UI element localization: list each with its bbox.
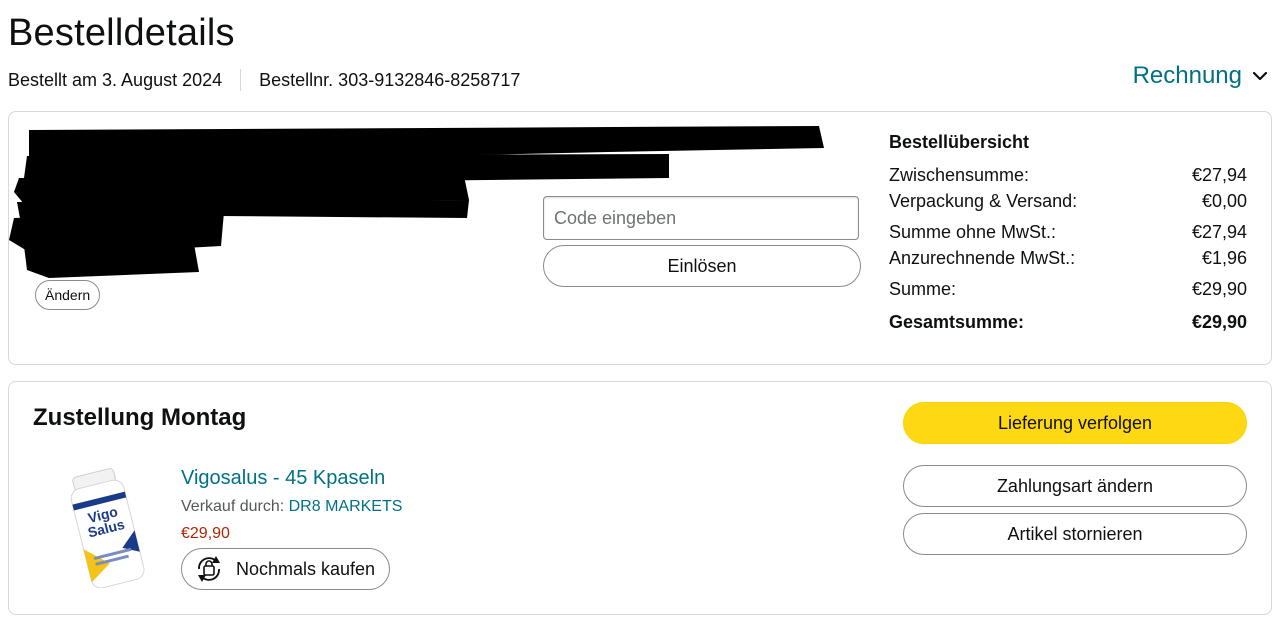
summary-row-sum: Summe: €29,90 [889, 279, 1247, 300]
gift-code-input[interactable] [543, 196, 859, 240]
seller-prefix: Verkauf durch: [181, 498, 289, 515]
invoice-dropdown[interactable]: Rechnung [1133, 62, 1268, 90]
summary-label: Verpackung & Versand: [889, 191, 1078, 211]
meta-divider [240, 69, 242, 91]
summary-row-shipping: Verpackung & Versand: €0,00 [889, 191, 1247, 212]
page-title: Bestelldetails [8, 12, 235, 54]
order-summary: Bestellübersicht Zwischensumme: €27,94 V… [889, 132, 1247, 333]
seller-link[interactable]: DR8 MARKETS [289, 498, 403, 515]
summary-label: Summe ohne MwSt.: [889, 222, 1057, 242]
product-price: €29,90 [181, 525, 230, 542]
redeem-button[interactable]: Einlösen [543, 245, 861, 287]
summary-row-vat: Anzurechnende MwSt.: €1,96 [889, 248, 1247, 269]
summary-row-net: Summe ohne MwSt.: €27,94 [889, 222, 1247, 243]
summary-value: €27,94 [1191, 165, 1247, 185]
summary-value: €1,96 [1201, 248, 1247, 268]
change-address-button[interactable]: Ändern [35, 280, 101, 310]
order-meta: Bestellt am 3. August 2024 Bestellnr. 30… [8, 69, 520, 91]
summary-value: €0,00 [1201, 191, 1247, 211]
buy-again-icon [198, 556, 220, 582]
product-image[interactable]: Vigo Salus [61, 466, 161, 588]
product-title-link[interactable]: Vigosalus - 45 Kpaseln [181, 467, 385, 490]
summary-label: Summe: [889, 279, 957, 299]
summary-value: €29,90 [1191, 279, 1247, 299]
summary-label: Gesamtsumme: [889, 312, 1025, 332]
delivery-title: Zustellung Montag [33, 404, 247, 431]
change-payment-button[interactable]: Zahlungsart ändern [903, 465, 1247, 507]
summary-row-subtotal: Zwischensumme: €27,94 [889, 165, 1247, 186]
order-info-card: Ändern Einlösen Bestellübersicht Zwische… [8, 111, 1272, 365]
cancel-item-button[interactable]: Artikel stornieren [903, 513, 1247, 555]
buy-again-label: Nochmals kaufen [236, 558, 376, 579]
summary-row-total: Gesamtsumme: €29,90 [889, 312, 1247, 333]
buy-again-button[interactable]: Nochmals kaufen [181, 548, 391, 590]
chevron-down-icon [1252, 71, 1268, 81]
track-delivery-button[interactable]: Lieferung verfolgen [903, 402, 1247, 444]
order-summary-title: Bestellübersicht [889, 132, 1030, 152]
summary-value: €29,90 [1191, 312, 1247, 332]
delivery-card: Zustellung Montag Vigo Salus Vigosalus -… [8, 381, 1272, 615]
order-number: Bestellnr. 303-9132846-8258717 [259, 69, 521, 90]
summary-label: Anzurechnende MwSt.: [889, 248, 1076, 268]
summary-value: €27,94 [1191, 222, 1247, 242]
order-date: Bestellt am 3. August 2024 [8, 69, 223, 90]
summary-label: Zwischensumme: [889, 165, 1030, 185]
invoice-label: Rechnung [1132, 62, 1242, 89]
seller-info: Verkauf durch: DR8 MARKETS [181, 498, 402, 516]
